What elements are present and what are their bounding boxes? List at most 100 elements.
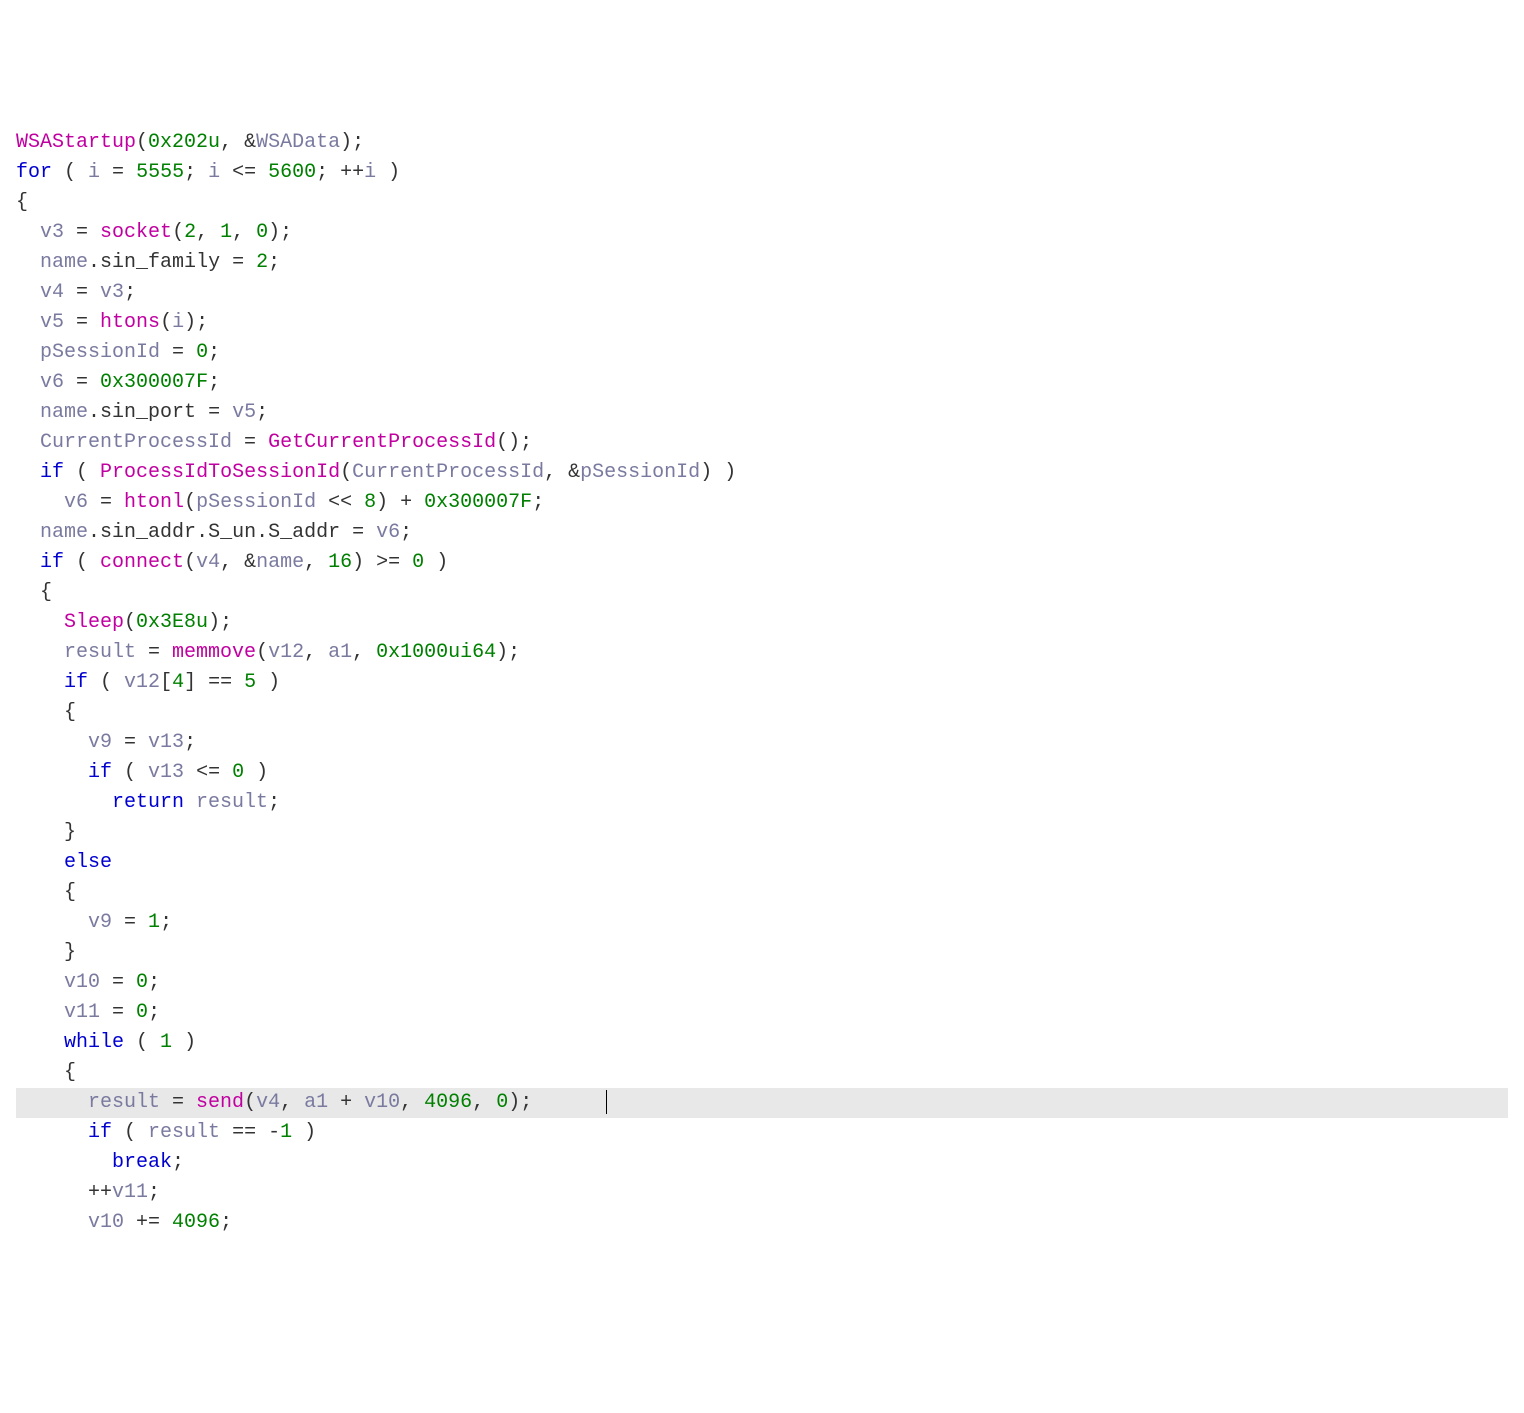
code-line[interactable]: { bbox=[16, 578, 1508, 608]
token-mem: sin_port bbox=[100, 401, 196, 424]
token-op: ( bbox=[88, 671, 124, 694]
code-line[interactable]: if ( v13 <= 0 ) bbox=[16, 758, 1508, 788]
token-op: , bbox=[352, 641, 376, 664]
code-line[interactable]: v9 = 1; bbox=[16, 908, 1508, 938]
token-op: ) bbox=[244, 761, 268, 784]
code-line[interactable]: } bbox=[16, 938, 1508, 968]
indent bbox=[16, 1181, 88, 1204]
token-var: v6 bbox=[376, 521, 400, 544]
code-line[interactable]: name.sin_family = 2; bbox=[16, 248, 1508, 278]
token-kw: while bbox=[64, 1031, 124, 1054]
token-op: = bbox=[100, 1001, 136, 1024]
token-op: ; bbox=[220, 1211, 232, 1234]
token-op: ); bbox=[496, 641, 520, 664]
code-line[interactable]: } bbox=[16, 818, 1508, 848]
code-line[interactable]: { bbox=[16, 698, 1508, 728]
token-var: v6 bbox=[40, 371, 64, 394]
token-fn: socket bbox=[100, 221, 172, 244]
token-op: = bbox=[160, 341, 196, 364]
code-line[interactable]: { bbox=[16, 878, 1508, 908]
code-line[interactable]: v10 += 4096; bbox=[16, 1208, 1508, 1238]
code-line[interactable]: result = send(v4, a1 + v10, 4096, 0); bbox=[16, 1088, 1508, 1118]
code-line[interactable]: { bbox=[16, 188, 1508, 218]
token-num: 0 bbox=[256, 221, 268, 244]
code-line[interactable]: v9 = v13; bbox=[16, 728, 1508, 758]
indent bbox=[16, 401, 40, 424]
code-line[interactable]: CurrentProcessId = GetCurrentProcessId()… bbox=[16, 428, 1508, 458]
token-mem: sin_family bbox=[100, 251, 220, 274]
code-line[interactable]: if ( result == -1 ) bbox=[16, 1118, 1508, 1148]
token-var: a1 bbox=[328, 641, 352, 664]
token-op: , bbox=[304, 641, 328, 664]
token-var: v4 bbox=[256, 1091, 280, 1114]
token-var: v13 bbox=[148, 731, 184, 754]
token-op: = bbox=[220, 251, 256, 274]
code-line[interactable]: v6 = htonl(pSessionId << 8) + 0x300007F; bbox=[16, 488, 1508, 518]
token-var: v11 bbox=[112, 1181, 148, 1204]
token-op: ( bbox=[244, 1091, 256, 1114]
code-line[interactable]: pSessionId = 0; bbox=[16, 338, 1508, 368]
token-var: v9 bbox=[88, 731, 112, 754]
token-op: = bbox=[340, 521, 376, 544]
token-num: 0x300007F bbox=[424, 491, 532, 514]
token-mem: sin_addr bbox=[100, 521, 196, 544]
token-op: ; ++ bbox=[316, 161, 364, 184]
code-line[interactable]: if ( connect(v4, &name, 16) >= 0 ) bbox=[16, 548, 1508, 578]
token-op: = bbox=[112, 911, 148, 934]
code-line[interactable]: while ( 1 ) bbox=[16, 1028, 1508, 1058]
text-caret bbox=[606, 1090, 607, 1114]
code-line[interactable]: Sleep(0x3E8u); bbox=[16, 608, 1508, 638]
decompiler-code-view[interactable]: WSAStartup(0x202u, &WSAData);for ( i = 5… bbox=[16, 128, 1508, 1238]
code-line[interactable]: v6 = 0x300007F; bbox=[16, 368, 1508, 398]
code-line[interactable]: for ( i = 5555; i <= 5600; ++i ) bbox=[16, 158, 1508, 188]
token-op: ); bbox=[340, 131, 364, 154]
token-num: 0 bbox=[136, 1001, 148, 1024]
indent bbox=[16, 671, 64, 694]
token-op: = bbox=[136, 641, 172, 664]
code-line[interactable]: name.sin_port = v5; bbox=[16, 398, 1508, 428]
token-var: CurrentProcessId bbox=[40, 431, 232, 454]
code-line[interactable]: if ( v12[4] == 5 ) bbox=[16, 668, 1508, 698]
token-num: 0 bbox=[232, 761, 244, 784]
code-line[interactable]: return result; bbox=[16, 788, 1508, 818]
token-mem: S_un bbox=[208, 521, 256, 544]
token-op: ); bbox=[208, 611, 232, 634]
code-line[interactable]: v10 = 0; bbox=[16, 968, 1508, 998]
code-line[interactable]: v11 = 0; bbox=[16, 998, 1508, 1028]
token-var: WSAData bbox=[256, 131, 340, 154]
code-line[interactable]: v4 = v3; bbox=[16, 278, 1508, 308]
token-kw: if bbox=[88, 761, 112, 784]
token-op: ++ bbox=[88, 1181, 112, 1204]
token-var: result bbox=[148, 1121, 220, 1144]
token-num: 2 bbox=[184, 221, 196, 244]
code-line[interactable]: else bbox=[16, 848, 1508, 878]
indent bbox=[16, 851, 64, 874]
code-line[interactable]: break; bbox=[16, 1148, 1508, 1178]
code-line[interactable]: ++v11; bbox=[16, 1178, 1508, 1208]
token-op: = bbox=[232, 431, 268, 454]
code-line[interactable]: WSAStartup(0x202u, &WSAData); bbox=[16, 128, 1508, 158]
token-op: ) >= bbox=[352, 551, 412, 574]
token-op: ; bbox=[268, 251, 280, 274]
indent bbox=[16, 731, 88, 754]
token-var: result bbox=[88, 1091, 160, 1114]
token-op: ; bbox=[208, 371, 220, 394]
token-num: 8 bbox=[364, 491, 376, 514]
code-line[interactable]: { bbox=[16, 1058, 1508, 1088]
code-line[interactable]: result = memmove(v12, a1, 0x1000ui64); bbox=[16, 638, 1508, 668]
token-var: name bbox=[40, 251, 88, 274]
code-line[interactable]: v5 = htons(i); bbox=[16, 308, 1508, 338]
token-op: , bbox=[232, 221, 256, 244]
code-line[interactable]: name.sin_addr.S_un.S_addr = v6; bbox=[16, 518, 1508, 548]
code-line[interactable]: v3 = socket(2, 1, 0); bbox=[16, 218, 1508, 248]
token-op: { bbox=[16, 191, 28, 214]
token-fn: connect bbox=[100, 551, 184, 574]
code-line[interactable]: if ( ProcessIdToSessionId(CurrentProcess… bbox=[16, 458, 1508, 488]
token-fn: htonl bbox=[124, 491, 184, 514]
token-op: . bbox=[88, 401, 100, 424]
token-op: , & bbox=[220, 131, 256, 154]
token-op: , & bbox=[220, 551, 256, 574]
token-op: ( bbox=[124, 611, 136, 634]
indent bbox=[16, 941, 64, 964]
token-op: , bbox=[280, 1091, 304, 1114]
